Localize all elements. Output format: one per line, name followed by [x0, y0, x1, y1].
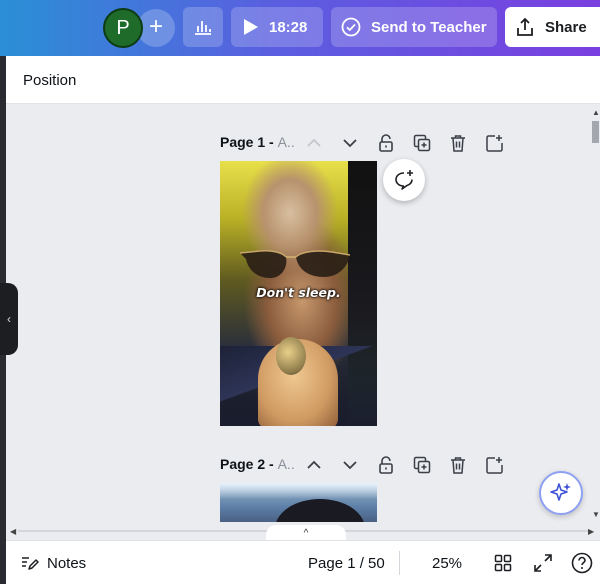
- divider: [399, 551, 400, 575]
- chevron-up-icon: [307, 138, 321, 147]
- notes-button[interactable]: Notes: [21, 541, 86, 584]
- page-1-toolbar: Page 1 - A..: [220, 131, 520, 155]
- move-page-down-button[interactable]: [338, 131, 362, 155]
- check-circle-icon: [341, 17, 361, 37]
- bottom-bar: Notes Page 1 / 50 25%: [6, 540, 600, 584]
- page-1-thumbnail[interactable]: Don't sleep.: [220, 161, 377, 426]
- duplicate-page-button[interactable]: [410, 131, 434, 155]
- chevron-down-icon: [343, 139, 357, 148]
- trash-icon: [451, 457, 465, 474]
- lock-page-button[interactable]: [374, 131, 398, 155]
- page-2-toolbar: Page 2 - A..: [220, 453, 520, 477]
- add-comment-button[interactable]: [383, 159, 425, 201]
- add-page-button[interactable]: [482, 453, 506, 477]
- duplicate-icon: [413, 456, 431, 474]
- magic-assistant-button[interactable]: [539, 471, 583, 515]
- trash-icon: [451, 135, 465, 152]
- thumbnail-caption: Don't sleep.: [256, 285, 341, 300]
- notes-icon: [22, 557, 39, 570]
- scroll-down-arrow-icon[interactable]: ▼: [592, 510, 600, 519]
- share-button[interactable]: Share: [505, 7, 600, 47]
- sunglasses-image: [240, 250, 350, 278]
- page-number: Page 2 -: [220, 456, 278, 472]
- unlock-icon: [379, 456, 393, 474]
- zoom-level[interactable]: 25%: [432, 541, 462, 584]
- page-title: A..: [277, 456, 295, 472]
- present-time: 18:28: [269, 18, 308, 36]
- page-canvas[interactable]: Page 1 - A.. Don't sleep. Page 2 - A..: [6, 104, 590, 522]
- share-label: Share: [545, 18, 587, 36]
- insights-button[interactable]: [183, 7, 223, 47]
- panel-title: Position: [23, 72, 77, 89]
- present-button[interactable]: 18:28: [231, 7, 323, 47]
- avatar[interactable]: P: [103, 8, 143, 48]
- grid-icon: [494, 554, 512, 572]
- page-1-label[interactable]: Page 1 - A..: [220, 134, 295, 150]
- play-icon: [244, 19, 258, 35]
- send-to-teacher-button[interactable]: Send to Teacher: [331, 7, 497, 47]
- move-page-up-button[interactable]: [302, 453, 326, 477]
- page-2-thumbnail[interactable]: [220, 483, 377, 522]
- scroll-up-arrow-icon[interactable]: ▲: [592, 108, 600, 117]
- duplicate-page-button[interactable]: [410, 453, 434, 477]
- upload-icon: [517, 17, 533, 36]
- vertical-scrollbar[interactable]: ▲ ▼: [590, 104, 600, 522]
- chevron-left-icon: ‹: [7, 312, 11, 326]
- add-page-icon: [486, 135, 503, 152]
- add-page-icon: [486, 457, 503, 474]
- comment-plus-icon: [395, 170, 413, 190]
- fullscreen-button[interactable]: [534, 541, 552, 584]
- page-indicator[interactable]: Page 1 / 50: [308, 541, 385, 584]
- sparkle-icon: [550, 483, 571, 501]
- thumbnail-background: [220, 483, 377, 499]
- page-2-label[interactable]: Page 2 - A..: [220, 456, 295, 472]
- page-number: Page 1 -: [220, 134, 278, 150]
- chevron-down-icon: [343, 461, 357, 470]
- bar-chart-icon: [195, 21, 211, 35]
- help-button[interactable]: [571, 541, 593, 584]
- scroll-right-arrow-icon[interactable]: ▶: [588, 527, 594, 536]
- add-page-button[interactable]: [482, 131, 506, 155]
- panel-header: Position: [6, 56, 600, 104]
- delete-page-button[interactable]: [446, 131, 470, 155]
- show-pages-tab[interactable]: ^: [266, 525, 346, 541]
- send-to-teacher-label: Send to Teacher: [371, 18, 487, 36]
- help-icon: [571, 552, 593, 574]
- move-page-up-button[interactable]: [302, 131, 326, 155]
- duplicate-icon: [413, 134, 431, 152]
- scroll-left-arrow-icon[interactable]: ◀: [10, 527, 16, 536]
- chevron-up-icon: ^: [303, 527, 309, 539]
- scrollbar-thumb[interactable]: [592, 121, 599, 143]
- unlock-icon: [379, 134, 393, 152]
- chevron-up-icon: [307, 460, 321, 469]
- thumbnail-image: [275, 499, 365, 522]
- expand-icon: [534, 554, 552, 572]
- collapse-panel-button[interactable]: ‹: [0, 283, 18, 355]
- delete-page-button[interactable]: [446, 453, 470, 477]
- top-toolbar: + P 18:28 Send to Teacher Share: [0, 0, 600, 56]
- lock-page-button[interactable]: [374, 453, 398, 477]
- page-title: A..: [277, 134, 295, 150]
- microphone-image: [276, 337, 306, 375]
- notes-label: Notes: [47, 554, 87, 572]
- move-page-down-button[interactable]: [338, 453, 362, 477]
- grid-view-button[interactable]: [494, 541, 512, 584]
